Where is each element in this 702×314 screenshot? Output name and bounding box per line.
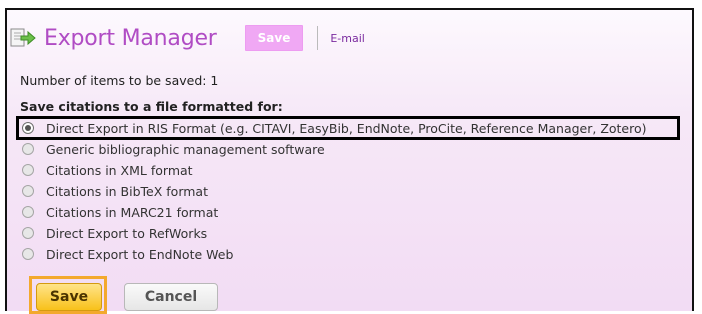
radio-refworks[interactable] xyxy=(22,227,34,239)
option-endnote-web[interactable]: Direct Export to EndNote Web xyxy=(22,244,233,264)
item-count-text: Number of items to be saved: 1 xyxy=(20,73,219,88)
radio-generic[interactable] xyxy=(22,143,34,155)
option-label: Citations in BibTeX format xyxy=(46,183,208,199)
option-bibtex[interactable]: Citations in BibTeX format xyxy=(22,181,208,201)
email-link[interactable]: E-mail xyxy=(330,32,365,45)
option-marc21[interactable]: Citations in MARC21 format xyxy=(22,202,218,222)
option-label: Generic bibliographic management softwar… xyxy=(46,141,325,157)
export-arrow-icon xyxy=(10,28,36,47)
save-button[interactable]: Save xyxy=(36,283,102,311)
page-title: Export Manager xyxy=(44,25,217,51)
option-xml[interactable]: Citations in XML format xyxy=(22,160,193,180)
format-section-label: Save citations to a file formatted for: xyxy=(20,99,283,114)
option-label: Direct Export to RefWorks xyxy=(46,225,208,241)
radio-endnote-web[interactable] xyxy=(22,248,34,260)
header: Export Manager Save E-mail xyxy=(10,20,365,56)
selected-option-highlight xyxy=(16,116,680,140)
option-label: Direct Export to EndNote Web xyxy=(46,246,234,262)
option-refworks[interactable]: Direct Export to RefWorks xyxy=(22,223,207,243)
radio-xml[interactable] xyxy=(22,164,34,176)
divider xyxy=(317,26,319,50)
option-generic[interactable]: Generic bibliographic management softwar… xyxy=(22,139,325,159)
option-label: Citations in XML format xyxy=(46,162,193,178)
option-label: Citations in MARC21 format xyxy=(46,204,219,220)
cancel-button[interactable]: Cancel xyxy=(124,283,218,311)
radio-bibtex[interactable] xyxy=(22,185,34,197)
save-top-button[interactable]: Save xyxy=(244,25,304,51)
radio-marc21[interactable] xyxy=(22,206,34,218)
